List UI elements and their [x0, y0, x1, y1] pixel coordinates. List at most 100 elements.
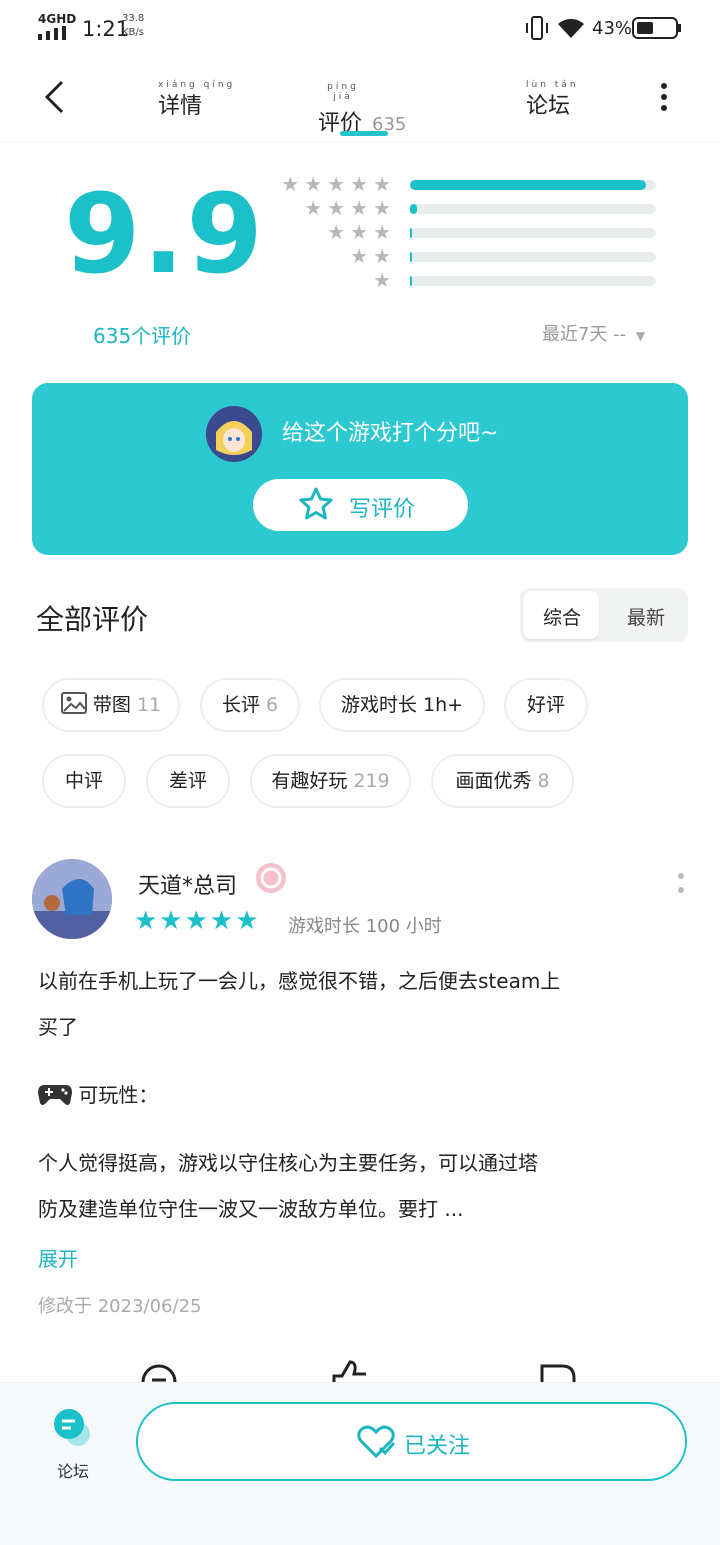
- chip-with-image[interactable]: 带图 11: [42, 678, 180, 732]
- rating-bar-1-fill: [410, 276, 413, 286]
- rating-bar-2: [410, 252, 656, 262]
- chip-count: 8: [537, 770, 550, 792]
- time-filter[interactable]: 最近7天 -- ▼: [542, 320, 645, 346]
- tab-forum[interactable]: lùn tán 论坛: [526, 80, 579, 120]
- sort-latest[interactable]: 最新: [627, 603, 665, 630]
- back-icon[interactable]: [42, 80, 68, 114]
- status-bar: 4GHD 1:21 33.8 KB/s 43%: [0, 0, 720, 58]
- rating-row-1: ★: [266, 268, 666, 292]
- active-tab-indicator: [340, 131, 388, 136]
- tab-reviews-pinyin: píng jià: [327, 82, 359, 102]
- review-section: 可玩性：: [38, 1072, 678, 1118]
- follow-button[interactable]: 已关注: [136, 1402, 687, 1481]
- chip-label: 游戏时长 1h+: [340, 694, 464, 716]
- battery-percent: 43%: [592, 18, 633, 39]
- chip-count: 219: [353, 770, 390, 792]
- review-line-2: 买了: [38, 1015, 78, 1039]
- stars-3-icon: ★★★: [327, 220, 396, 244]
- tab-forum-label: 论坛: [526, 94, 571, 119]
- rating-bar-3-fill: [410, 228, 413, 238]
- stars-5-icon: ★★★★★: [281, 172, 396, 196]
- tab-details-label: 详情: [158, 94, 203, 119]
- chip-negative[interactable]: 差评: [146, 754, 230, 808]
- chip-label: 长评: [221, 694, 260, 716]
- play-time: 游戏时长 100 小时: [288, 916, 442, 937]
- battery-icon: [632, 17, 681, 39]
- chip-neutral[interactable]: 中评: [42, 754, 126, 808]
- rating-bar-4-fill: [410, 204, 418, 214]
- sort-toggle: 综合 最新: [520, 588, 688, 642]
- stars-1-icon: ★: [373, 268, 396, 292]
- review-stars-icon: ★★★★★: [134, 906, 261, 936]
- gamepad-icon: [38, 1085, 72, 1105]
- vibrate-icon: [526, 16, 548, 40]
- rating-row-2: ★★: [266, 244, 666, 268]
- mascot-avatar: [206, 406, 262, 462]
- review-section-label: 可玩性：: [78, 1083, 159, 1107]
- sort-comprehensive-label: 综合: [543, 607, 582, 629]
- chip-positive[interactable]: 好评: [504, 678, 588, 732]
- heart-check-icon: [357, 1425, 396, 1459]
- chip-graphics[interactable]: 画面优秀 8: [431, 754, 574, 808]
- wifi-icon: [558, 18, 584, 38]
- top-nav: xiáng qíng 详情 píng jià 评价 635 lùn tán 论坛: [0, 58, 720, 143]
- signal-icon: [38, 26, 66, 40]
- chip-long-review[interactable]: 长评 6: [200, 678, 300, 732]
- follow-label: 已关注: [404, 1434, 471, 1459]
- edit-date: 修改于 2023/06/25: [38, 1296, 202, 1317]
- dropdown-icon: ▼: [635, 329, 646, 343]
- chip-label: 差评: [168, 770, 207, 792]
- chip-fun[interactable]: 有趣好玩 219: [250, 754, 411, 808]
- avatar[interactable]: [32, 859, 112, 939]
- stars-2-icon: ★★: [350, 244, 396, 268]
- chip-count: 11: [136, 694, 162, 716]
- write-review-button[interactable]: 写评价: [253, 479, 468, 531]
- chip-label: 中评: [64, 770, 103, 792]
- tab-details[interactable]: xiáng qíng 详情: [158, 80, 235, 120]
- average-score: 9.9: [64, 170, 265, 298]
- banner-prompt: 给这个游戏打个分吧~: [282, 421, 499, 446]
- chip-playtime[interactable]: 游戏时长 1h+: [319, 678, 485, 732]
- expand-link[interactable]: 展开: [38, 1243, 78, 1272]
- sort-comprehensive[interactable]: 综合: [523, 591, 599, 639]
- review-more-icon[interactable]: [676, 872, 686, 898]
- speed-value: 33.8: [122, 13, 145, 24]
- rating-bar-1: [410, 276, 656, 286]
- star-outline-icon: [299, 487, 333, 520]
- rating-bar-2-fill: [410, 252, 413, 262]
- network-indicator: 4GHD: [38, 12, 77, 26]
- review-line-3: 个人觉得挺高，游戏以守住核心为主要任务，可以通过塔: [38, 1151, 538, 1175]
- rating-bar-5: [410, 180, 656, 190]
- rating-row-4: ★★★★: [266, 196, 666, 220]
- badge-emblem-icon: [260, 867, 282, 889]
- rating-row-3: ★★★: [266, 220, 666, 244]
- speed-unit: KB/s: [122, 27, 144, 38]
- tab-forum-pinyin: lùn tán: [526, 80, 579, 90]
- mascot-image: [206, 406, 262, 462]
- all-reviews-title: 全部评价: [36, 603, 149, 636]
- user-badge-icon: [256, 863, 286, 893]
- write-review-label: 写评价: [349, 497, 416, 522]
- rating-bar-4: [410, 204, 656, 214]
- rating-bar-5-fill: [410, 180, 647, 190]
- rating-bar-3: [410, 228, 656, 238]
- stars-4-icon: ★★★★: [304, 196, 396, 220]
- rating-count: 635个评价: [93, 324, 192, 348]
- review-line-4: 防及建造单位守住一波又一波敌方单位。要打 ...: [38, 1197, 464, 1221]
- username[interactable]: 天道*总司: [138, 868, 237, 900]
- tab-reviews[interactable]: píng jià 评价 635: [318, 80, 406, 137]
- forum-label[interactable]: 论坛: [57, 1458, 89, 1482]
- avatar-image: [32, 859, 112, 939]
- more-menu-icon[interactable]: [656, 82, 672, 112]
- chip-count: 6: [265, 694, 279, 716]
- chip-label: 带图: [92, 694, 131, 716]
- tab-details-pinyin: xiáng qíng: [158, 80, 236, 90]
- network-speed: 33.8 KB/s: [122, 12, 144, 40]
- chip-label: 好评: [526, 694, 565, 716]
- chip-label: 有趣好玩: [271, 770, 348, 792]
- rating-row-5: ★★★★★: [266, 172, 666, 196]
- time-filter-label: 最近7天 --: [542, 324, 627, 345]
- forum-icon[interactable]: [52, 1408, 94, 1448]
- chip-label: 画面优秀: [455, 770, 532, 792]
- review-line-1: 以前在手机上玩了一会儿，感觉很不错，之后便去steam上: [38, 969, 561, 993]
